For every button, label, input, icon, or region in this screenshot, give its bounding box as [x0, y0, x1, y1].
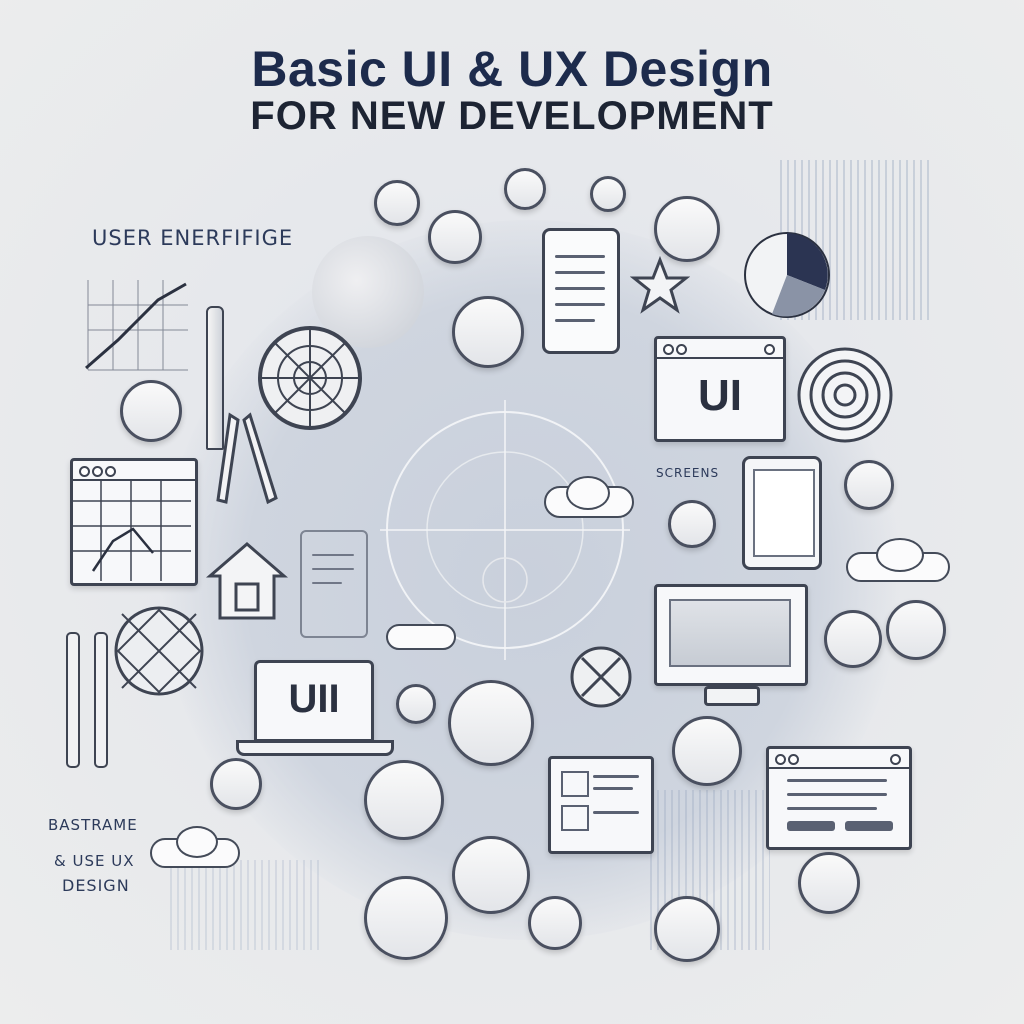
circle-button-icon	[798, 852, 860, 914]
ui-window-label: UI	[698, 371, 742, 420]
browser-window	[766, 746, 912, 850]
circle-button-icon	[824, 610, 882, 668]
stylus-icon	[94, 632, 108, 768]
stylus-icon	[66, 632, 80, 768]
crosshair-circle-icon	[114, 606, 204, 696]
layout-document	[548, 756, 654, 854]
star-icon	[630, 256, 690, 314]
pie-chart-icon	[744, 232, 830, 318]
line-chart-sketch	[85, 280, 188, 371]
use-ux-label: & USE UX	[54, 852, 135, 870]
central-radar	[380, 400, 630, 660]
circle-button-icon	[654, 196, 720, 262]
cloud-icon	[176, 826, 218, 858]
cloud-icon	[386, 624, 456, 650]
circle-button-icon	[590, 176, 626, 212]
circle-button-icon	[396, 684, 436, 724]
screens-label: SCREENS	[656, 466, 720, 480]
circle-button-icon	[448, 680, 534, 766]
cloud-icon	[876, 538, 924, 572]
cloud-icon	[566, 476, 610, 510]
circle-button-icon	[886, 600, 946, 660]
circle-button-icon	[672, 716, 742, 786]
laptop-base	[236, 740, 394, 756]
monitor-icon	[654, 584, 808, 686]
page-subtitle: FOR NEW DEVELOPMENT	[250, 94, 774, 138]
circle-button-icon	[452, 296, 524, 368]
phone-wireframe	[300, 530, 368, 638]
circle-button-icon	[428, 210, 482, 264]
circle-button-icon	[654, 896, 720, 962]
ui-window: UI	[654, 336, 786, 442]
circle-button-icon	[504, 168, 546, 210]
laptop-ui-label: UII	[288, 677, 340, 721]
circle-button-icon	[528, 896, 582, 950]
grid-chart-window	[70, 458, 198, 586]
circle-button-icon	[452, 836, 530, 914]
circle-button-icon	[210, 758, 262, 810]
stripe-texture-left	[170, 860, 320, 950]
circle-button-icon	[364, 760, 444, 840]
monitor-stand	[704, 686, 760, 706]
concentric-target-icon	[797, 347, 893, 443]
circle-button-icon	[364, 876, 448, 960]
design-label: DESIGN	[62, 876, 130, 895]
circle-button-icon	[120, 380, 182, 442]
tablet-icon	[742, 456, 822, 570]
laptop-screen: UII	[254, 660, 374, 742]
circle-button-icon	[844, 460, 894, 510]
home-icon	[205, 542, 289, 620]
cancel-circle-icon	[570, 646, 632, 708]
user-interface-label: USER ENERFIFIGE	[92, 226, 294, 250]
page-title: Basic UI & UX Design	[251, 41, 773, 97]
mobile-document-icon	[542, 228, 620, 354]
radar-icon	[258, 326, 362, 430]
circle-button-icon	[374, 180, 420, 226]
bastrame-label: BASTRAME	[48, 816, 138, 834]
circle-button-icon	[668, 500, 716, 548]
